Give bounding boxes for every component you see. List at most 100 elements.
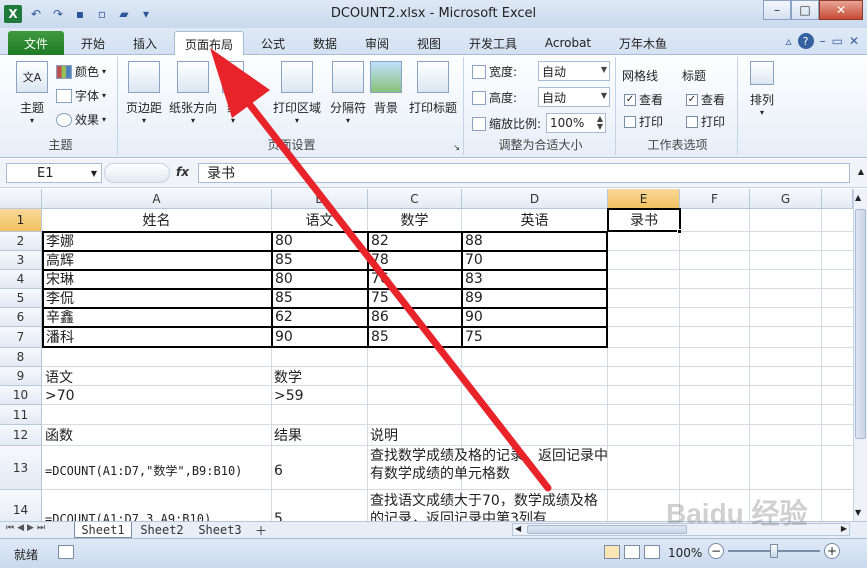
cell-c6[interactable]: 86	[369, 308, 389, 326]
col-header-c[interactable]: C	[368, 189, 462, 209]
cell-a4[interactable]: 宋琳	[44, 270, 74, 288]
theme-colors-button[interactable]: 颜色 ▾	[56, 63, 106, 80]
tab-page-layout[interactable]: 页面布局	[174, 31, 244, 56]
insert-function-button[interactable]: fx	[176, 165, 189, 179]
maximize-button[interactable]: □	[791, 0, 819, 20]
scroll-left-icon[interactable]: ◀	[515, 524, 521, 533]
cell-b12[interactable]: 结果	[272, 425, 302, 445]
cell-b5[interactable]: 85	[273, 289, 293, 307]
close-button[interactable]: ✕	[819, 0, 863, 20]
row-header-14[interactable]: 14	[0, 490, 42, 521]
minimize-button[interactable]: –	[763, 0, 791, 20]
breaks-button[interactable]: 分隔符 ▾	[326, 61, 370, 125]
sheet-tab-1[interactable]: Sheet1	[74, 522, 132, 538]
cell-b2[interactable]: 80	[273, 232, 293, 250]
insert-sheet-icon[interactable]: ＋	[250, 522, 272, 538]
theme-effects-button[interactable]: 效果 ▾	[56, 111, 106, 128]
cell-b1[interactable]: 语文	[272, 209, 367, 231]
cell-c4[interactable]: 76	[369, 270, 389, 288]
tab-developer[interactable]: 开发工具	[462, 31, 524, 55]
print-titles-button[interactable]: 打印标题	[406, 61, 460, 116]
vertical-scrollbar[interactable]: ▲ ▼	[853, 189, 867, 521]
headings-print-checkbox[interactable]: 打印	[686, 113, 725, 130]
tab-home[interactable]: 开始	[72, 31, 114, 55]
cell-b10[interactable]: >59	[272, 386, 304, 405]
zoom-slider-thumb[interactable]	[770, 544, 778, 558]
cell-b7[interactable]: 90	[273, 327, 293, 346]
row-header-2[interactable]: 2	[0, 232, 42, 251]
cell-d5[interactable]: 89	[463, 289, 483, 307]
help-icon[interactable]: ?	[797, 33, 814, 49]
background-button[interactable]: 背景	[368, 61, 404, 116]
normal-view-icon[interactable]	[604, 545, 620, 559]
zoom-out-icon[interactable]: −	[708, 543, 724, 559]
col-header-b[interactable]: B	[272, 189, 368, 209]
cell-c5[interactable]: 75	[369, 289, 389, 307]
cell-d6[interactable]: 90	[463, 308, 483, 326]
scroll-right-icon[interactable]: ▶	[841, 524, 847, 533]
cell-c3[interactable]: 78	[369, 251, 389, 269]
cell-d7[interactable]: 75	[463, 327, 483, 346]
tab-review[interactable]: 审阅	[356, 31, 398, 55]
horizontal-scroll-thumb[interactable]	[527, 525, 687, 534]
workbook-minimize-icon[interactable]: –	[820, 34, 826, 48]
row-header-12[interactable]: 12	[0, 425, 42, 446]
scale-spinner[interactable]: 100% ▲ ▼	[546, 113, 606, 133]
cell-c1[interactable]: 数学	[368, 209, 461, 231]
tab-data[interactable]: 数据	[304, 31, 346, 55]
tab-acrobat[interactable]: Acrobat	[536, 31, 600, 55]
cell-c14[interactable]: 查找语文成绩大于70，数学成绩及格的记录，返回记录中第3列有	[368, 491, 608, 521]
cell-a10[interactable]: >70	[43, 386, 75, 405]
size-button[interactable]: 纸 ▾	[220, 61, 246, 125]
theme-fonts-button[interactable]: 字体 ▾	[56, 87, 106, 104]
row-header-8[interactable]: 8	[0, 348, 42, 367]
col-header-g[interactable]: G	[750, 189, 822, 209]
tab-formulas[interactable]: 公式	[252, 31, 294, 55]
orientation-button[interactable]: 纸张方向 ▾	[168, 61, 218, 125]
macro-record-icon[interactable]	[58, 545, 74, 559]
cell-c13[interactable]: 查找数学成绩及格的记录，返回记录中有数学成绩的单元格数	[368, 446, 608, 489]
row-header-6[interactable]: 6	[0, 308, 42, 327]
cell-a3[interactable]: 高辉	[44, 251, 74, 269]
minimize-ribbon-icon[interactable]: ▵	[786, 34, 792, 48]
cell-a7[interactable]: 潘科	[44, 327, 74, 346]
col-header-a[interactable]: A	[42, 189, 272, 209]
row-header-11[interactable]: 11	[0, 405, 42, 425]
tab-file[interactable]: 文件	[8, 31, 64, 55]
cell-b4[interactable]: 80	[273, 270, 293, 288]
horizontal-scrollbar[interactable]: ◀ ▶	[512, 523, 850, 536]
formula-input[interactable]: 录书	[198, 163, 850, 183]
row-header-1[interactable]: 1	[0, 209, 42, 232]
name-box[interactable]: E1 ▼	[6, 163, 102, 183]
cell-c2[interactable]: 82	[369, 232, 389, 250]
fill-handle[interactable]	[677, 229, 682, 234]
width-select[interactable]: 自动 ▼	[538, 61, 610, 81]
row-header-10[interactable]: 10	[0, 386, 42, 405]
cell-a14[interactable]: =DCOUNT(A1:D7,3,A9:B10)	[43, 509, 211, 521]
zoom-in-icon[interactable]: +	[824, 543, 840, 559]
cell-b14[interactable]: 5	[272, 509, 283, 521]
margins-button[interactable]: 页边距 ▾	[122, 61, 166, 125]
sheet-tab-3[interactable]: Sheet3	[192, 522, 248, 538]
cell-a13[interactable]: =DCOUNT(A1:D7,"数学",B9:B10)	[43, 446, 242, 489]
cell-b3[interactable]: 85	[273, 251, 293, 269]
zoom-level[interactable]: 100%	[668, 546, 702, 560]
tab-insert[interactable]: 插入	[124, 31, 166, 55]
col-header-d[interactable]: D	[462, 189, 608, 209]
gridlines-view-checkbox[interactable]: ✓ 查看	[624, 91, 663, 108]
scroll-down-icon[interactable]: ▼	[855, 508, 861, 517]
sheet-tab-2[interactable]: Sheet2	[134, 522, 190, 538]
page-break-preview-icon[interactable]	[644, 545, 660, 559]
row-header-13[interactable]: 13	[0, 446, 42, 490]
workbook-close-icon[interactable]: ✕	[849, 34, 859, 48]
row-header-9[interactable]: 9	[0, 367, 42, 386]
print-area-button[interactable]: 打印区域 ▾	[270, 61, 324, 125]
cell-d4[interactable]: 83	[463, 270, 483, 288]
cell-d2[interactable]: 88	[463, 232, 483, 250]
page-setup-dialog-launcher-icon[interactable]: ↘	[453, 143, 460, 152]
headings-view-checkbox[interactable]: ✓ 查看	[686, 91, 725, 108]
cell-b6[interactable]: 62	[273, 308, 293, 326]
themes-button[interactable]: 文A 主题 ▾	[10, 61, 54, 125]
scroll-up-icon[interactable]: ▲	[855, 193, 861, 202]
cell-c7[interactable]: 85	[369, 327, 389, 346]
